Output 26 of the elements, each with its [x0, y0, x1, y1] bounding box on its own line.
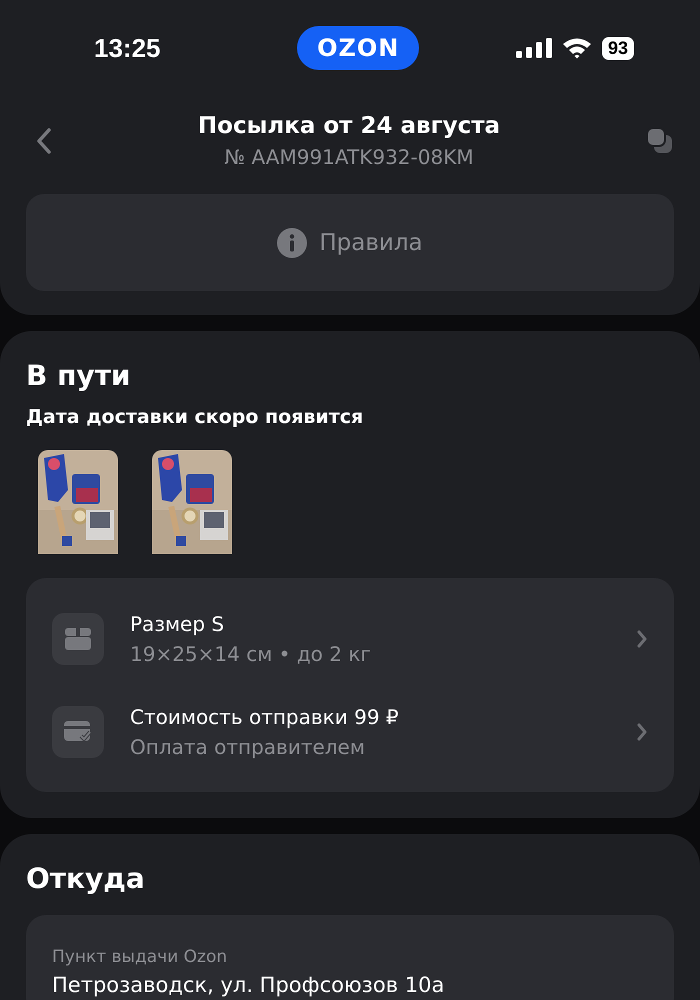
status-title: В пути	[26, 359, 132, 392]
delivery-date-note: Дата доставки скоро появится	[26, 406, 364, 428]
copy-button[interactable]	[646, 127, 674, 155]
pickup-point-label: Пункт выдачи Ozon	[52, 947, 228, 967]
detail-title: Стоимость отправки 99 ₽	[130, 704, 400, 728]
box-icon	[65, 628, 91, 650]
detail-subtitle: 19×25×14 см • до 2 кг	[130, 642, 372, 666]
parcel-number: № AAM991ATK932-08KM	[223, 145, 475, 169]
app-logo: OZON	[297, 26, 420, 70]
pickup-address: Петрозаводск, ул. Профсоюзов 10а	[52, 973, 446, 997]
card-check-icon	[64, 720, 92, 742]
back-button[interactable]	[36, 127, 52, 155]
detail-row[interactable]: Размер S 19×25×14 см • до 2 кг	[52, 592, 648, 685]
detail-row[interactable]: Стоимость отправки 99 ₽ Оплата отправителем	[52, 685, 648, 778]
detail-title: Размер S	[130, 612, 226, 636]
info-icon	[277, 228, 308, 258]
rules-button[interactable]: Правила	[26, 194, 674, 291]
page-title: Посылка от 24 августа	[198, 113, 500, 139]
signal-icon	[516, 38, 552, 58]
chevron-icon	[636, 722, 648, 742]
battery-indicator: 93	[602, 36, 634, 60]
wifi-icon	[562, 37, 592, 59]
chevron-icon	[636, 628, 648, 648]
status-time: 13:25	[94, 32, 160, 64]
origin-title: Откуда	[26, 862, 146, 895]
detail-subtitle: Оплата отправителем	[130, 734, 366, 758]
